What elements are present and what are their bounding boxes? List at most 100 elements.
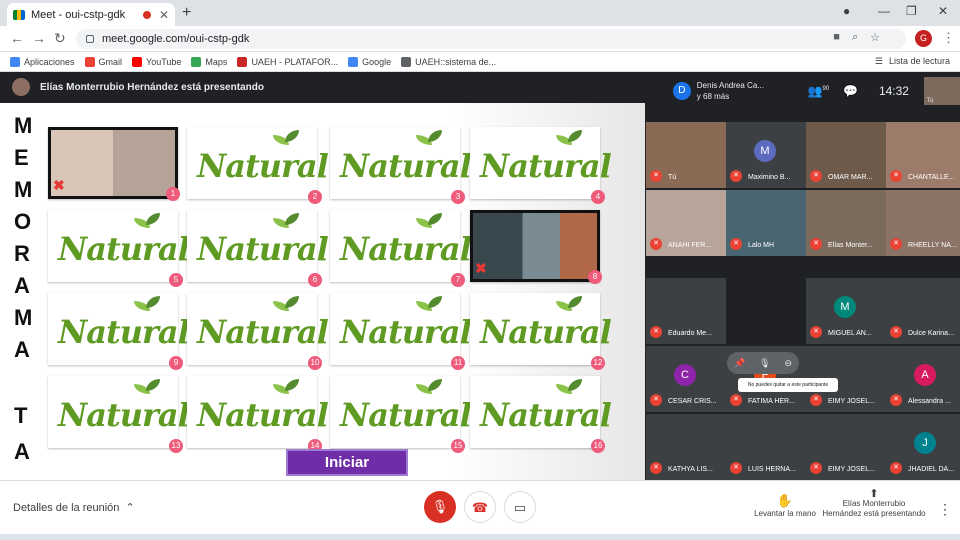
bookmark-item[interactable]: UAEH::sistema de... xyxy=(401,56,496,67)
participant-tile[interactable]: ✕ Tú xyxy=(646,122,726,188)
raise-hand-button[interactable]: ✋ Levantar la mano xyxy=(750,493,820,518)
presenting-button[interactable]: ⬆ Elías Monterrubio Hernández está prese… xyxy=(822,489,926,519)
participant-tile[interactable]: ✕ CHANTALLE... xyxy=(886,122,960,188)
bookmark-item[interactable]: Maps xyxy=(191,56,227,67)
participant-tile[interactable]: J ✕ JHADIEL DA... xyxy=(886,414,960,480)
recording-icon xyxy=(142,10,151,19)
pin-icon[interactable]: 📌 xyxy=(734,358,745,369)
camera-button[interactable]: ▭ xyxy=(504,491,536,523)
card-number-badge: 1 xyxy=(166,187,180,201)
memory-card[interactable]: Natural 12 xyxy=(470,293,612,370)
more-options-icon[interactable]: ⋮ xyxy=(938,501,952,518)
participant-tile[interactable]: A ✕ Alessandra ... xyxy=(886,346,960,412)
bookmark-icon xyxy=(191,56,202,67)
mic-off-icon: ✕ xyxy=(650,170,662,182)
start-button[interactable]: Iniciar xyxy=(286,449,408,476)
media-control-icon[interactable]: ● xyxy=(843,4,850,18)
card-number-badge: 16 xyxy=(591,439,605,453)
card-number-badge: 5 xyxy=(169,273,183,287)
participant-tile[interactable]: ✕ OMAR MAR... xyxy=(806,122,886,188)
close-window-button[interactable]: ✕ xyxy=(938,4,948,18)
bookmark-item[interactable]: UAEH - PLATAFOR... xyxy=(237,56,338,67)
camera-icon[interactable]: ■ xyxy=(833,31,840,44)
mic-off-icon: ✕ xyxy=(810,326,822,338)
card-number-badge: 9 xyxy=(169,356,183,370)
bookmark-item[interactable]: Gmail xyxy=(84,56,122,67)
forward-button[interactable]: → xyxy=(32,30,46,46)
meet-area: Elías Monterrubio Hernández está present… xyxy=(0,72,960,540)
memory-card[interactable]: Natural 4 xyxy=(470,127,612,204)
participant-name: EIMY JOSEL... xyxy=(828,466,875,473)
memory-card[interactable]: ✖ 8 xyxy=(470,210,602,284)
participant-tile[interactable]: ✕ Elías Monter... xyxy=(806,190,886,256)
card-word: Natural xyxy=(340,396,472,434)
participant-tile[interactable]: M ✕ Maximino B... xyxy=(726,122,806,188)
presenter-banner: Elías Monterrubio Hernández está present… xyxy=(0,72,645,102)
participant-tile[interactable]: M ✕ MIGUEL AN... xyxy=(806,278,886,344)
participant-name: Denis Andrea Ca... xyxy=(696,81,764,90)
memory-card[interactable]: Natural 7 xyxy=(330,210,472,287)
tab-meet[interactable]: Meet - oui-cstp-gdk ✕ xyxy=(7,3,175,26)
participant-tile[interactable]: ✕ LUIS HERNA... xyxy=(726,414,806,480)
card-word: Natural xyxy=(340,230,472,268)
card-number-badge: 13 xyxy=(169,439,183,453)
memory-card[interactable]: Natural 10 xyxy=(187,293,329,370)
remove-participant-icon[interactable]: ⊖ xyxy=(784,358,792,369)
hang-up-button[interactable]: ☎ xyxy=(464,491,496,523)
participant-name: MIGUEL AN... xyxy=(828,330,872,337)
profile-avatar[interactable]: G xyxy=(915,30,932,47)
participant-tile[interactable]: ✕ RHEELLY NA... xyxy=(886,190,960,256)
participant-tile[interactable]: ✕ EIMY JOSEL... xyxy=(806,414,886,480)
memory-card[interactable]: Natural 11 xyxy=(330,293,472,370)
memory-card[interactable]: Natural 5 xyxy=(48,210,190,287)
memory-card[interactable]: Natural 16 xyxy=(470,376,612,453)
participant-tile[interactable]: C ✕ CESAR CRIS... xyxy=(646,346,726,412)
url-input[interactable]: meet.google.com/oui-cstp-gdk xyxy=(76,29,906,49)
mic-muted-button[interactable]: 🎙 xyxy=(424,491,456,523)
card-photo xyxy=(473,213,597,279)
reading-list[interactable]: ☰ Lista de lectura xyxy=(875,56,950,67)
card-word: Natural xyxy=(58,230,190,268)
slide-title-letter: R xyxy=(14,241,30,266)
card-word: Natural xyxy=(197,147,329,185)
memory-card[interactable]: Natural 15 xyxy=(330,376,472,453)
bookmark-star-icon[interactable]: ☆ xyxy=(870,31,880,44)
back-button[interactable]: ← xyxy=(10,30,24,46)
meeting-details-button[interactable]: Detalles de la reunión ⌃ xyxy=(13,501,135,514)
participant-tile[interactable]: ✕ KATHYA LIS... xyxy=(646,414,726,480)
new-tab-button[interactable]: + xyxy=(182,4,191,22)
maximize-button[interactable]: ❐ xyxy=(906,4,917,18)
reload-button[interactable]: ↻ xyxy=(54,30,66,47)
mic-off-icon: ✕ xyxy=(810,394,822,406)
participant-tile[interactable]: ✕ ANAHI FER... xyxy=(646,190,726,256)
participant-tile[interactable]: ✕ Lalo MH xyxy=(726,190,806,256)
memory-card[interactable]: ✖ 1 xyxy=(48,127,180,201)
people-icon[interactable]: 👥90 xyxy=(808,84,832,98)
chat-icon[interactable]: 💬 xyxy=(843,84,867,98)
close-tab-icon[interactable]: ✕ xyxy=(159,8,169,22)
tile-hover-controls: 📌 🎙 ⊖ xyxy=(727,352,799,374)
mic-off-icon: ✕ xyxy=(650,326,662,338)
memory-card[interactable]: Natural 6 xyxy=(187,210,329,287)
memory-card[interactable]: Natural 2 xyxy=(187,127,329,204)
participant-tile[interactable]: ✕ Dulce Karina... xyxy=(886,278,960,344)
clock: 14:32 xyxy=(878,84,909,98)
browser-menu-icon[interactable]: ⋮ xyxy=(942,30,955,46)
bookmark-item[interactable]: Google xyxy=(348,56,391,67)
participant-name: Elías Monter... xyxy=(828,242,873,249)
bookmark-item[interactable]: YouTube xyxy=(132,56,181,67)
minimize-button[interactable]: — xyxy=(878,4,890,18)
participant-tile[interactable]: ✕ Eduardo Me... xyxy=(646,278,726,344)
memory-card[interactable]: Natural 9 xyxy=(48,293,190,370)
memory-card[interactable]: Natural 14 xyxy=(187,376,329,453)
memory-card[interactable]: Natural 13 xyxy=(48,376,190,453)
presenter-banner-text: Elías Monterrubio Hernández está present… xyxy=(40,81,264,93)
zoom-icon[interactable]: ⌕ xyxy=(852,31,858,44)
mute-participant-icon[interactable]: 🎙 xyxy=(759,358,770,369)
mic-off-icon: ✕ xyxy=(890,394,902,406)
memory-card[interactable]: Natural 3 xyxy=(330,127,472,204)
participant-summary[interactable]: Denis Andrea Ca... y 68 más xyxy=(697,80,796,102)
bookmark-icon xyxy=(84,56,95,67)
bookmark-item[interactable]: Aplicaciones xyxy=(10,56,75,67)
card-word: Natural xyxy=(58,396,190,434)
